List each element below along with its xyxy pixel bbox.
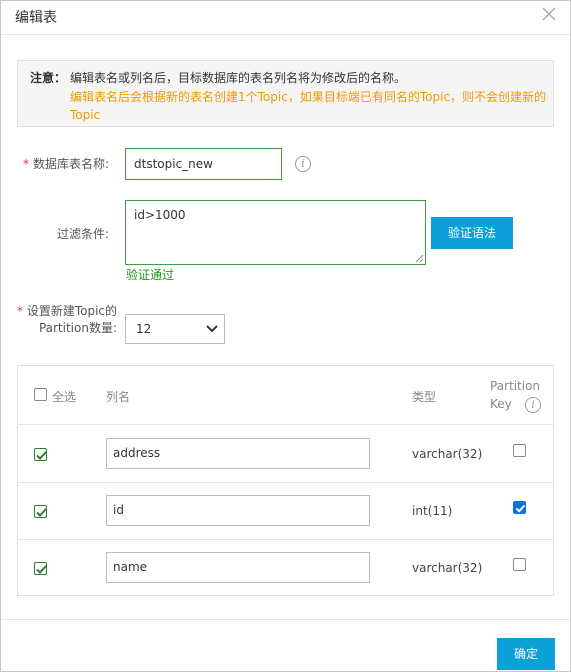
verify-syntax-button[interactable]: 验证语法 <box>431 217 513 249</box>
column-type: int(11) <box>412 504 453 518</box>
table-name-input[interactable]: dtstopic_new <box>125 148 282 180</box>
partition-label: * 设置新建Topic的 Partition数量: <box>16 304 117 335</box>
column-type-header: 类型 <box>412 390 437 404</box>
dialog-title: 编辑表 <box>15 10 57 26</box>
resize-handle-icon[interactable] <box>415 254 424 263</box>
notice-warning: 编辑表名后会根据新的表名创建1个Topic，如果目标端已有同名的Topic，则不… <box>70 90 547 122</box>
chevron-down-icon <box>206 325 218 333</box>
row-select-checkbox[interactable] <box>34 448 47 461</box>
info-icon: i <box>525 397 541 413</box>
notice-text: 编辑表名或列名后，目标数据库的表名列名将为修改后的名称。 <box>70 71 407 85</box>
table-row: name varchar(32) <box>18 540 553 597</box>
table-row: id int(11) <box>18 483 553 540</box>
partition-key-checkbox[interactable] <box>513 558 526 571</box>
close-icon[interactable] <box>539 4 559 24</box>
notice-label: 注意： <box>30 71 67 85</box>
row-select-checkbox[interactable] <box>34 562 47 575</box>
partition-key-checkbox[interactable] <box>513 501 526 514</box>
select-all-checkbox[interactable] <box>34 388 47 401</box>
partition-key-header-2: Key <box>490 397 512 411</box>
table-row: address varchar(32) <box>18 426 553 483</box>
info-icon: i <box>295 156 311 172</box>
dialog-header: 编辑表 <box>1 1 570 35</box>
filter-textarea[interactable]: id>1000 <box>125 200 426 265</box>
footer-divider <box>1 619 570 620</box>
column-type: varchar(32) <box>412 447 483 461</box>
edit-table-dialog: 编辑表 注意： 编辑表名或列名后，目标数据库的表名列名将为修改后的名称。 编辑表… <box>0 0 571 672</box>
column-name-input[interactable]: id <box>106 495 370 526</box>
column-type: varchar(32) <box>412 561 483 575</box>
column-name-input[interactable]: address <box>106 438 370 469</box>
confirm-button[interactable]: 确定 <box>497 638 555 670</box>
row-select-checkbox[interactable] <box>34 505 47 518</box>
verify-status: 验证通过 <box>126 268 175 282</box>
partition-count-value: 12 <box>136 322 152 336</box>
column-name-header: 列名 <box>106 390 131 404</box>
partition-key-header: Partition <box>490 379 541 393</box>
notice-box: 注意： 编辑表名或列名后，目标数据库的表名列名将为修改后的名称。 编辑表名后会根… <box>17 60 554 127</box>
table-name-label: * 数据库表名称: <box>22 157 109 171</box>
column-name-input[interactable]: name <box>106 552 370 583</box>
filter-label: 过滤条件: <box>56 227 109 241</box>
select-all-label: 全选 <box>52 390 77 404</box>
columns-table: 全选 列名 类型 Partition Key i address varchar… <box>17 365 554 596</box>
partition-key-checkbox[interactable] <box>513 444 526 457</box>
table-header: 全选 列名 类型 Partition Key i <box>18 366 553 425</box>
partition-count-select[interactable]: 12 <box>125 314 225 344</box>
